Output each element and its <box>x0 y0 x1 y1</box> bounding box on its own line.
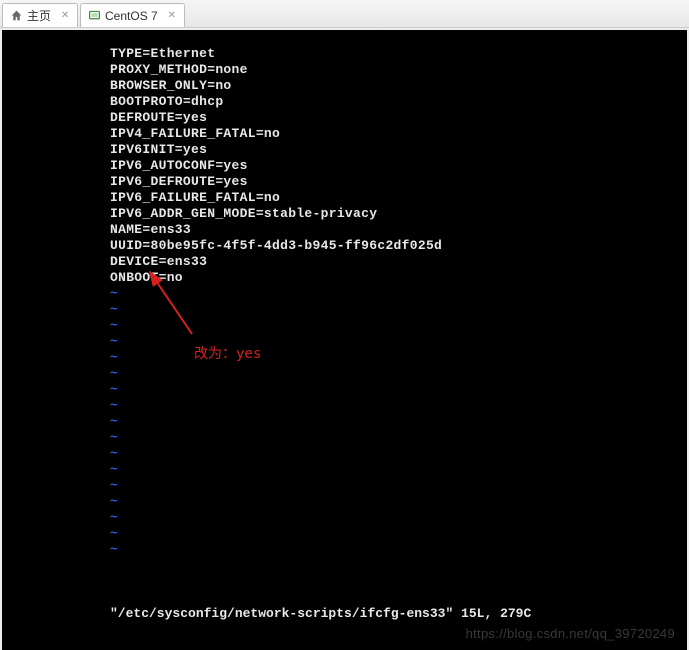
tab-bar: 主页 ✕ CentOS 7 ✕ <box>0 0 689 28</box>
config-line: TYPE=Ethernet <box>2 46 687 62</box>
config-line: DEVICE=ens33 <box>2 254 687 270</box>
config-line: BROWSER_ONLY=no <box>2 78 687 94</box>
config-line: IPV6_ADDR_GEN_MODE=stable-privacy <box>2 206 687 222</box>
vi-tilde: ~ <box>2 446 687 462</box>
vi-tilde: ~ <box>2 286 687 302</box>
config-line: NAME=ens33 <box>2 222 687 238</box>
close-icon[interactable]: ✕ <box>166 10 178 22</box>
config-line: IPV6_DEFROUTE=yes <box>2 174 687 190</box>
config-line: IPV6_FAILURE_FATAL=no <box>2 190 687 206</box>
vi-status-line: "/etc/sysconfig/network-scripts/ifcfg-en… <box>110 606 531 622</box>
vi-tilde: ~ <box>2 542 687 558</box>
config-line: IPV6INIT=yes <box>2 142 687 158</box>
vi-tilde: ~ <box>2 494 687 510</box>
vi-tilde: ~ <box>2 318 687 334</box>
vi-tilde: ~ <box>2 478 687 494</box>
config-line: IPV4_FAILURE_FATAL=no <box>2 126 687 142</box>
vi-tilde: ~ <box>2 302 687 318</box>
tab-label: 主页 <box>27 7 51 24</box>
tab-home[interactable]: 主页 ✕ <box>2 3 78 27</box>
vi-tilde: ~ <box>2 350 687 366</box>
vi-tilde: ~ <box>2 526 687 542</box>
config-line: IPV6_AUTOCONF=yes <box>2 158 687 174</box>
vi-tilde: ~ <box>2 510 687 526</box>
watermark: https://blog.csdn.net/qq_39720249 <box>466 626 675 642</box>
config-line: DEFROUTE=yes <box>2 110 687 126</box>
vi-tilde: ~ <box>2 430 687 446</box>
config-line: BOOTPROTO=dhcp <box>2 94 687 110</box>
config-line: UUID=80be95fc-4f5f-4dd3-b945-ff96c2df025… <box>2 238 687 254</box>
config-content: TYPE=EthernetPROXY_METHOD=noneBROWSER_ON… <box>2 46 687 286</box>
terminal-window[interactable]: TYPE=EthernetPROXY_METHOD=noneBROWSER_ON… <box>2 30 687 650</box>
close-icon[interactable]: ✕ <box>59 10 71 22</box>
home-icon <box>9 9 23 23</box>
config-line: PROXY_METHOD=none <box>2 62 687 78</box>
tab-label: CentOS 7 <box>105 9 158 23</box>
vi-tilde: ~ <box>2 382 687 398</box>
config-line: ONBOOT=no <box>2 270 687 286</box>
annotation-text: 改为：yes <box>194 346 261 362</box>
vi-tilde: ~ <box>2 334 687 350</box>
vi-empty-lines: ~~~~~~~~~~~~~~~~~ <box>2 286 687 558</box>
vi-tilde: ~ <box>2 398 687 414</box>
vi-tilde: ~ <box>2 366 687 382</box>
vm-icon <box>87 9 101 23</box>
vi-tilde: ~ <box>2 462 687 478</box>
tab-centos[interactable]: CentOS 7 ✕ <box>80 3 185 27</box>
vi-tilde: ~ <box>2 414 687 430</box>
